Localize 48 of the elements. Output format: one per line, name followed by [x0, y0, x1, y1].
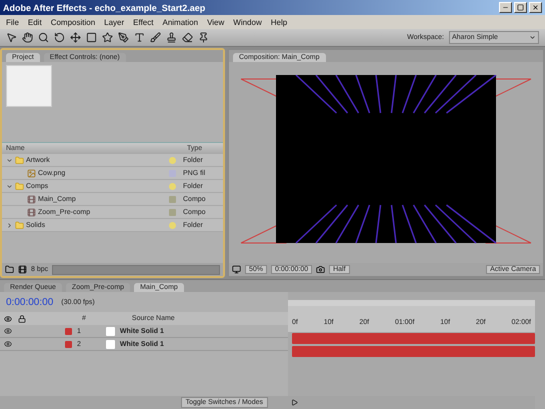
- minimize-icon[interactable]: [502, 4, 509, 11]
- caret-icon[interactable]: [529, 34, 536, 41]
- film-icon: [27, 208, 36, 216]
- menu-item[interactable]: File: [6, 18, 19, 26]
- close-icon[interactable]: [532, 4, 539, 11]
- thumbnail: [6, 65, 52, 107]
- film-icon: [27, 194, 36, 204]
- eye-icon[interactable]: [4, 340, 12, 348]
- zoom-icon[interactable]: [38, 32, 49, 43]
- timecode[interactable]: 0:00:00:00: [6, 296, 54, 308]
- hand-icon[interactable]: [22, 32, 33, 43]
- pin-icon[interactable]: [198, 32, 209, 43]
- maximize-icon[interactable]: [517, 4, 524, 11]
- menu-item[interactable]: View: [207, 18, 224, 26]
- maximize-button[interactable]: [514, 2, 527, 13]
- menu-item[interactable]: Help: [270, 18, 288, 26]
- minimize-button[interactable]: [499, 2, 512, 13]
- eraser-icon[interactable]: [182, 32, 193, 43]
- stamp-icon[interactable]: [166, 32, 177, 43]
- folder-icon: [15, 182, 24, 190]
- menu-item[interactable]: Layer: [104, 18, 124, 26]
- monitor-icon[interactable]: [232, 265, 241, 274]
- menu-item[interactable]: Animation: [162, 18, 198, 26]
- text-icon[interactable]: [134, 32, 145, 43]
- menu-item[interactable]: Window: [233, 18, 262, 26]
- camera-icon[interactable]: [316, 265, 326, 274]
- move-icon[interactable]: [70, 32, 81, 43]
- pointer-icon[interactable]: [6, 32, 17, 43]
- scrollbar[interactable]: [52, 264, 220, 274]
- window-title: Adobe After Effects - echo_example_Start2.aep: [3, 2, 206, 12]
- star-icon[interactable]: [102, 32, 113, 43]
- image-icon: [27, 168, 36, 178]
- triangle-icon[interactable]: [291, 399, 298, 406]
- brush-icon[interactable]: [150, 32, 161, 43]
- menu-item[interactable]: Effect: [133, 18, 154, 26]
- rotate-icon[interactable]: [54, 32, 65, 43]
- folder-icon: [15, 156, 24, 164]
- eye-icon[interactable]: [4, 314, 12, 322]
- lock-icon[interactable]: [18, 314, 26, 322]
- eye-icon[interactable]: [4, 327, 12, 335]
- rectangle-icon[interactable]: [86, 32, 97, 43]
- film-icon[interactable]: [18, 265, 27, 274]
- pen-icon[interactable]: [118, 32, 129, 43]
- folder-icon[interactable]: [5, 265, 14, 274]
- menu-item[interactable]: Edit: [28, 18, 42, 26]
- close-button[interactable]: [529, 2, 542, 13]
- folder-icon: [15, 220, 24, 230]
- menu-item[interactable]: Composition: [50, 18, 96, 26]
